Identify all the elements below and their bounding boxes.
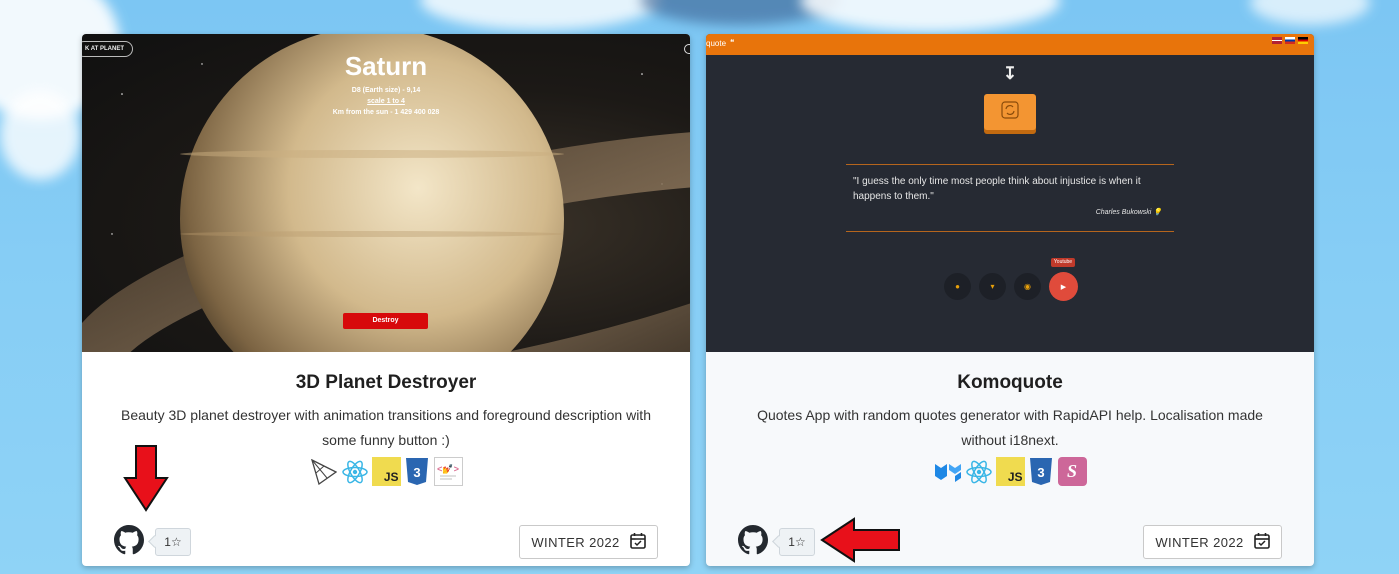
project-card-planet-destroyer: K AT PLANET Saturn D8 (Earth size) - 9,1… bbox=[82, 34, 690, 566]
github-button[interactable]: ◉ bbox=[1014, 273, 1041, 300]
project-preview-image[interactable]: quote ❝ ↧ "I guess the only time most pe… bbox=[706, 34, 1314, 352]
season-label: WINTER 2022 bbox=[1155, 534, 1244, 550]
github-icon[interactable] bbox=[114, 525, 144, 555]
project-title: Komoquote bbox=[957, 372, 1063, 393]
react-icon bbox=[341, 457, 370, 486]
lightbulb-icon: 💡 bbox=[1153, 209, 1162, 216]
javascript-icon: JS bbox=[995, 457, 1025, 486]
quote-author: Charles Bukowski 💡 bbox=[1006, 208, 1162, 216]
project-description: Beauty 3D planet destroyer with animatio… bbox=[121, 407, 651, 448]
komoquote-app-name: quote bbox=[706, 39, 727, 48]
down-arrow-icon: ↧ bbox=[1002, 64, 1018, 83]
react-icon bbox=[965, 457, 994, 486]
javascript-icon: JS bbox=[371, 457, 401, 486]
season-button[interactable]: WINTER 2022 bbox=[1143, 525, 1282, 559]
red-arrow-left-icon bbox=[820, 517, 900, 563]
calendar-icon bbox=[1253, 532, 1270, 552]
sass-icon: S bbox=[1057, 457, 1087, 486]
svg-text:3: 3 bbox=[413, 465, 420, 480]
share-button[interactable]: ● bbox=[944, 273, 971, 300]
css3-icon: 3 bbox=[403, 457, 432, 486]
star-count-badge[interactable]: 1☆ bbox=[779, 528, 815, 556]
planet-name: Saturn bbox=[344, 51, 428, 81]
github-icon[interactable] bbox=[738, 525, 768, 555]
red-arrow-down-icon bbox=[123, 445, 169, 512]
flag-us-icon[interactable] bbox=[1272, 37, 1282, 44]
quote-logo-icon: ❝ bbox=[730, 38, 735, 47]
project-card-komoquote: quote ❝ ↧ "I guess the only time most pe… bbox=[706, 34, 1314, 566]
project-description: Quotes App with random quotes generator … bbox=[757, 407, 1263, 448]
planet-info-line-2: scale 1 to 4 bbox=[367, 98, 405, 105]
planet-info-line-1: D8 (Earth size) - 9,14 bbox=[351, 87, 421, 94]
tech-stack-icons: JS 3 <💅> bbox=[82, 457, 690, 486]
tech-stack-icons: JS 3 S bbox=[706, 457, 1314, 486]
new-quote-button[interactable] bbox=[984, 94, 1036, 130]
flag-ru-icon[interactable] bbox=[1285, 37, 1295, 44]
social-buttons: ● ▾ ◉ ▶ bbox=[944, 272, 1078, 301]
mui-icon bbox=[934, 457, 963, 486]
destroy-button-label: Destroy bbox=[372, 317, 399, 324]
quote-divider-top bbox=[846, 164, 1174, 165]
flag-de-icon[interactable] bbox=[1298, 37, 1308, 44]
komoquote-app-header: quote ❝ bbox=[706, 34, 1314, 55]
quote-text: "I guess the only time most people think… bbox=[853, 176, 1141, 202]
project-preview-image[interactable]: K AT PLANET Saturn D8 (Earth size) - 9,1… bbox=[82, 34, 690, 352]
styled-components-icon: <💅> bbox=[433, 457, 463, 486]
threejs-icon bbox=[310, 457, 339, 486]
season-label: WINTER 2022 bbox=[531, 534, 620, 550]
star-count-badge[interactable]: 1☆ bbox=[155, 528, 191, 556]
calendar-icon bbox=[629, 532, 646, 552]
svg-text:3: 3 bbox=[1037, 465, 1044, 480]
planet-info-line-3: Km from the sun - 1 429 400 028 bbox=[332, 109, 440, 116]
project-title: 3D Planet Destroyer bbox=[295, 372, 477, 393]
youtube-button[interactable]: ▶ bbox=[1049, 272, 1078, 301]
season-button[interactable]: WINTER 2022 bbox=[519, 525, 658, 559]
css3-icon: 3 bbox=[1027, 457, 1056, 486]
quote-divider-bottom bbox=[846, 231, 1174, 232]
quote-author-name: Charles Bukowski bbox=[1095, 209, 1152, 216]
language-flags[interactable] bbox=[1272, 37, 1308, 44]
preview-corner-icon bbox=[684, 44, 690, 54]
twitter-button[interactable]: ▾ bbox=[979, 273, 1006, 300]
svg-text:<💅>: <💅> bbox=[437, 464, 459, 475]
refresh-icon bbox=[1001, 100, 1019, 124]
youtube-tooltip: Youtube bbox=[1051, 258, 1075, 267]
destroy-button[interactable]: Destroy bbox=[343, 313, 428, 329]
